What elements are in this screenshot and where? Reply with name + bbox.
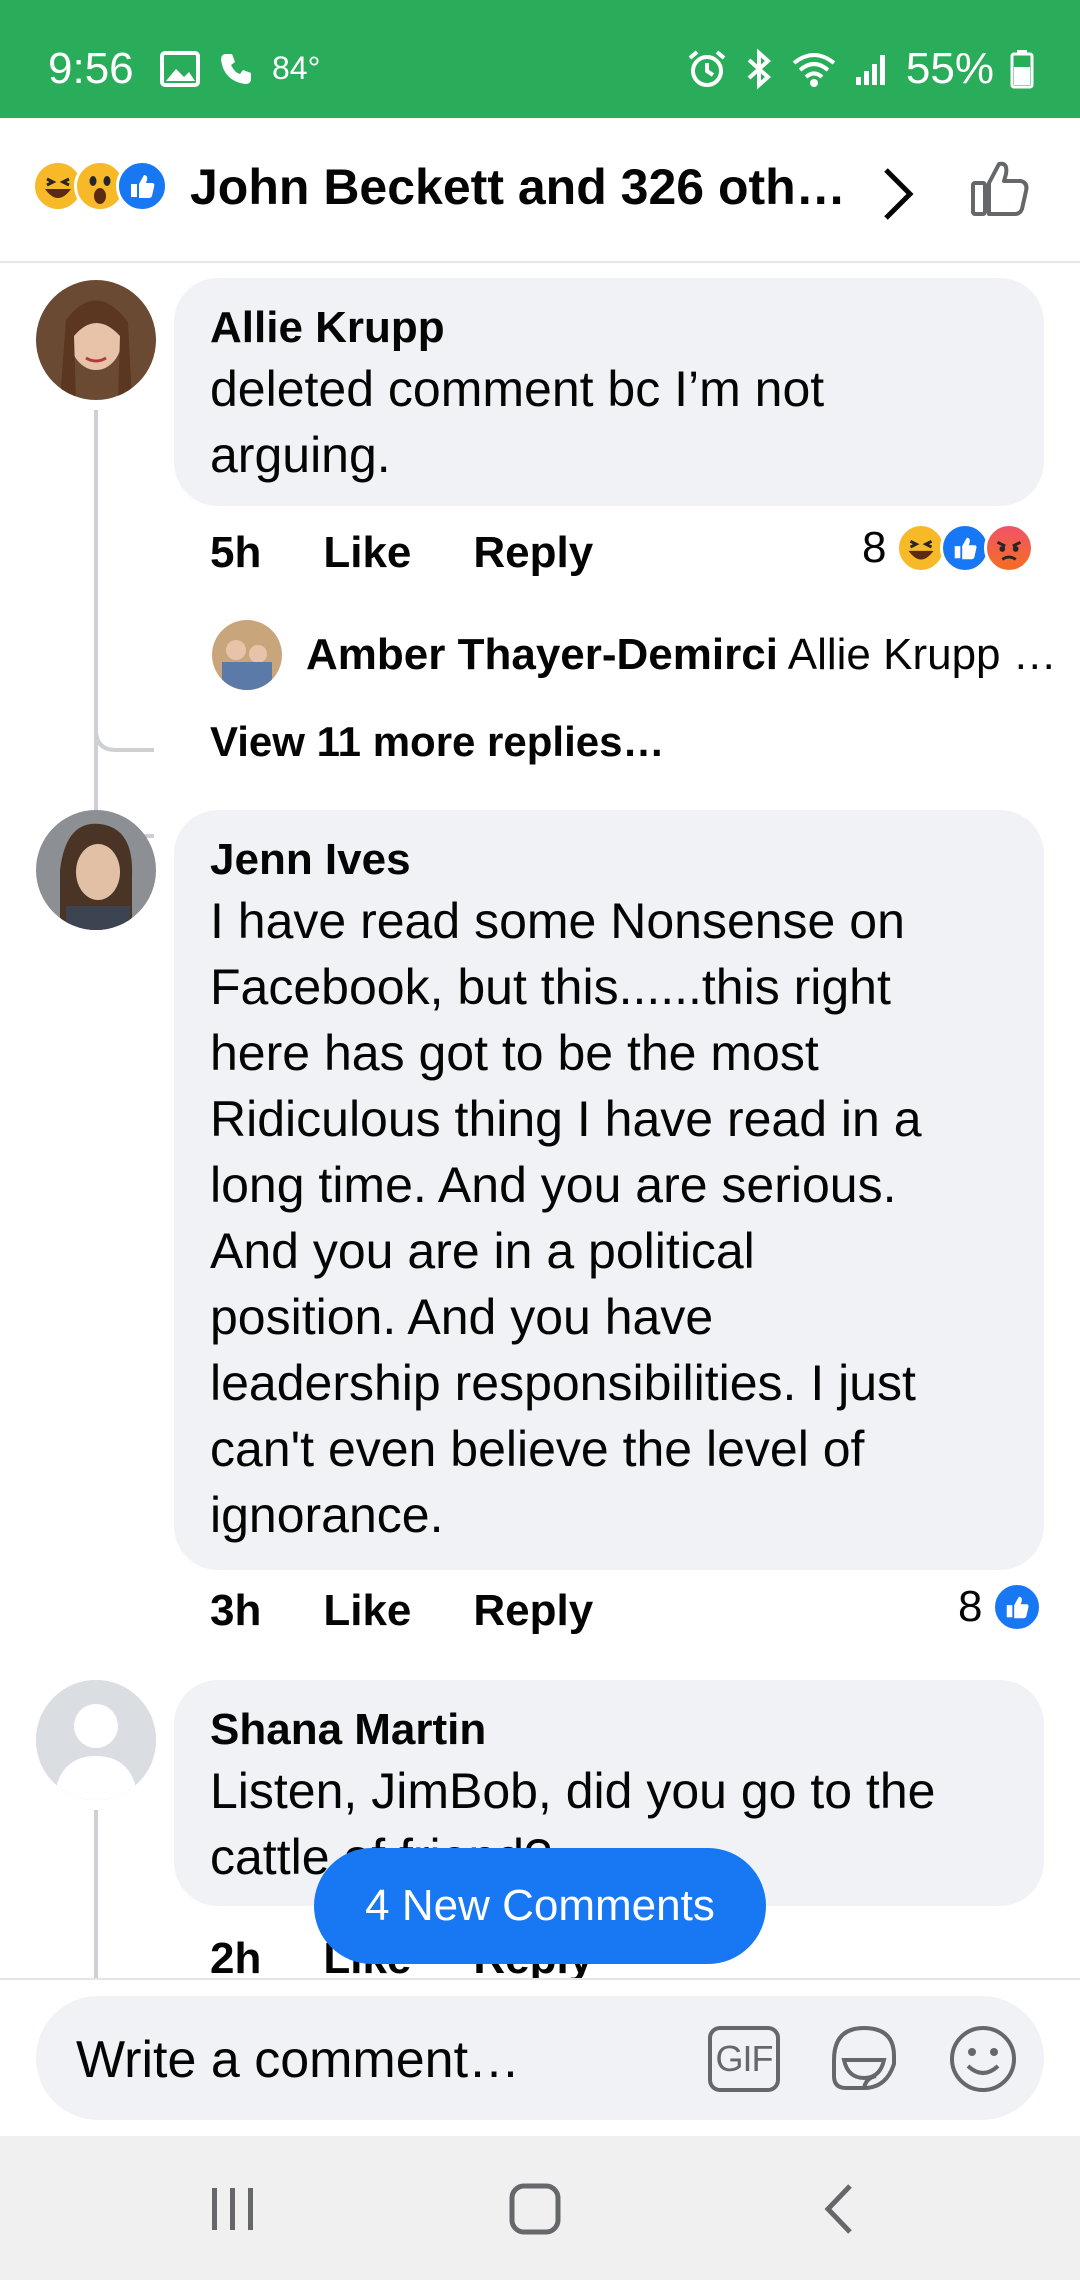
chevron-right-icon[interactable] (880, 166, 916, 222)
comment-author[interactable]: Shana Martin (210, 1702, 1008, 1758)
comment-text-line: position. And you have (210, 1289, 714, 1345)
comment-text-line: Listen, JimBob, did you go to the (210, 1763, 936, 1819)
comment-bubble: Allie Krupp deleted comment bc I’m not a… (174, 278, 1044, 506)
haha-reaction-icon (896, 523, 947, 573)
comment-text-line: Facebook, but this......this right (210, 959, 891, 1015)
reply-snippet: Allie Krupp … (787, 630, 1057, 679)
battery-icon (1010, 50, 1034, 89)
system-navigation-bar (0, 2136, 1080, 2280)
comment-bubble: Jenn Ives I have read some Nonsense on F… (174, 810, 1044, 1570)
recent-apps-icon[interactable] (208, 2184, 258, 2234)
like-button[interactable]: Like (323, 1586, 411, 1636)
comment-actions: 3h Like Reply (210, 1586, 593, 1636)
home-icon[interactable] (508, 2182, 562, 2236)
avatar[interactable] (36, 810, 156, 930)
like-reaction-icon (116, 160, 168, 212)
comment-author[interactable]: Allie Krupp (210, 300, 1008, 356)
like-outline-icon[interactable] (968, 156, 1032, 220)
like-reaction-icon (992, 1582, 1043, 1632)
comment-composer-bar: Write a comment… GIF (0, 1978, 1080, 2136)
reply-author: Amber Thayer-Demirci (306, 630, 778, 679)
like-reaction-icon (940, 523, 991, 573)
reaction-emojis (32, 160, 168, 212)
comment-text-line: deleted comment bc I’m not (210, 361, 825, 417)
reply-button[interactable]: Reply (473, 528, 593, 578)
alarm-icon (688, 50, 726, 87)
reply-preview[interactable]: Amber Thayer-Demirci Allie Krupp … (306, 630, 1057, 680)
reaction-count: 8 (862, 523, 887, 572)
comment-text-line: arguing. (210, 427, 391, 483)
sticker-icon[interactable] (826, 2020, 902, 2096)
comment-reactions[interactable]: 8 (862, 523, 1035, 573)
battery-percent: 55% (905, 44, 994, 93)
avatar[interactable] (36, 280, 156, 400)
status-time: 9:56 (48, 44, 134, 93)
phone-icon (221, 53, 251, 84)
emoji-icon[interactable] (948, 2024, 1018, 2094)
comment-text-line: And you are in a political (210, 1223, 755, 1279)
wifi-icon (792, 53, 836, 87)
bluetooth-icon (747, 48, 771, 90)
thread-line (94, 410, 98, 750)
angry-reaction-icon (984, 523, 1035, 573)
reactions-header[interactable]: John Beckett and 326 oth… (0, 118, 1080, 263)
comment-text-line: leadership responsibilities. I just (210, 1355, 916, 1411)
avatar[interactable] (212, 620, 282, 690)
comment-reactions[interactable]: 8 (958, 1582, 1043, 1632)
status-temperature: 84° (272, 50, 321, 86)
comment-text-line: here has got to be the most (210, 1025, 819, 1081)
comment-text-line: I have read some Nonsense on (210, 893, 905, 949)
comment-time: 3h (210, 1586, 262, 1635)
comment-time: 5h (210, 528, 262, 577)
reply-button[interactable]: Reply (473, 1586, 593, 1636)
comment-time: 2h (210, 1934, 262, 1983)
new-comments-button[interactable]: 4 New Comments (314, 1848, 766, 1964)
signal-icon (855, 55, 885, 85)
view-more-replies[interactable]: View 11 more replies… (210, 718, 664, 766)
status-bar: 9:56 84° 55% (0, 0, 1080, 118)
comment-text-line: long time. And you are serious. (210, 1157, 897, 1213)
image-icon (160, 50, 200, 87)
comments-sheet: John Beckett and 326 oth… Allie Krupp de… (0, 118, 1080, 2133)
reaction-count: 8 (958, 1582, 983, 1631)
gif-button[interactable]: GIF (708, 2026, 780, 2092)
comment-text-line: ignorance. (210, 1487, 444, 1543)
like-button[interactable]: Like (323, 528, 411, 578)
comment-text-line: can't even believe the level of (210, 1421, 865, 1477)
comment-author[interactable]: Jenn Ives (210, 832, 1008, 888)
comment-input[interactable]: Write a comment… GIF (36, 1996, 1044, 2120)
status-left-icons: 84° (160, 50, 320, 87)
comment-actions: 5h Like Reply (210, 528, 593, 578)
default-avatar-icon[interactable] (36, 1680, 156, 1800)
status-right-icons: 55% (686, 44, 1034, 94)
reactors-summary: John Beckett and 326 oth… (190, 159, 846, 215)
comment-input-placeholder: Write a comment… (76, 2031, 521, 2089)
back-icon[interactable] (820, 2182, 856, 2236)
comment-text-line: Ridiculous thing I have read in a (210, 1091, 922, 1147)
